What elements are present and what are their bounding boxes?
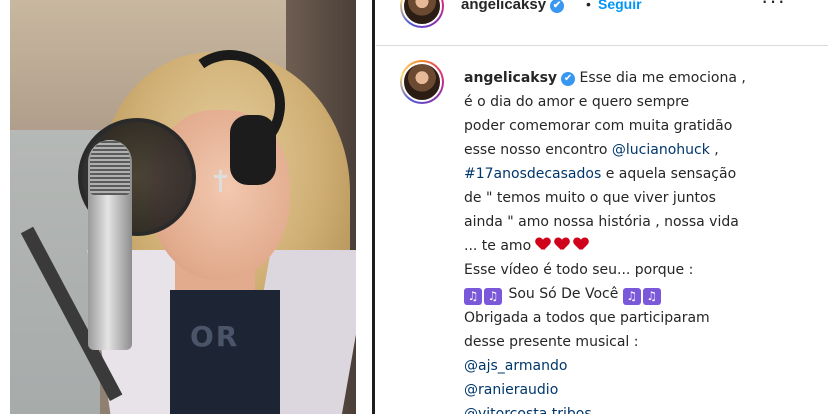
post-details-panel: angelicaksy ✔ • Seguir ··· angelicaksy ✔ E…	[376, 0, 828, 414]
heart-emoji-icon	[574, 238, 588, 251]
caption-line-1: angelicaksy ✔ Esse dia me emociona ,	[464, 66, 809, 90]
microphone-grill	[90, 140, 130, 195]
caption-line-4: esse nosso encontro @lucianohuck ,	[464, 138, 809, 162]
hashtag-link[interactable]: #17anosdecasados	[464, 166, 601, 182]
caption-line-2: é o dia do amor e quero sempre	[464, 94, 690, 110]
caption-line-10: ♫ ♫ Sou Só De Você ♫ ♫	[464, 282, 809, 306]
caption-line-6: de " temos muito o que viver juntos	[464, 190, 716, 206]
music-note-emoji-icon: ♫	[484, 288, 502, 305]
caption-line-3: poder comemorar com muita gratidão	[464, 118, 733, 134]
panel-divider	[372, 0, 375, 414]
caption-line-11: Obrigada a todos que participaram	[464, 310, 710, 326]
verified-badge-icon: ✔	[550, 0, 565, 13]
verified-badge-icon: ✔	[561, 72, 576, 86]
caption-text: Sou Só De Você	[508, 286, 619, 302]
follow-button[interactable]: Seguir	[598, 0, 642, 12]
avatar-image	[402, 62, 442, 102]
caption-line-7: ainda " amo nossa história , nossa vida	[464, 214, 739, 230]
mention-link[interactable]: @lucianohuck	[612, 142, 710, 158]
caption-text: esse nosso encontro	[464, 142, 608, 158]
music-note-emoji-icon: ♫	[464, 288, 482, 305]
caption-line-12: desse presente musical :	[464, 334, 639, 350]
post-header: angelicaksy ✔ • Seguir ···	[376, 0, 828, 46]
caption-avatar[interactable]	[400, 60, 444, 104]
header-separator: •	[586, 0, 591, 12]
post-caption: angelicaksy ✔ Esse dia me emociona , é o …	[464, 66, 809, 414]
music-note-emoji-icon: ♫	[642, 288, 661, 305]
caption-text: ,	[714, 142, 719, 158]
headphones-cup	[230, 115, 276, 185]
header-username-text[interactable]: angelicaksy	[461, 0, 546, 13]
caption-line-8: ... te amo	[464, 234, 809, 258]
post-media[interactable]: OR	[0, 0, 366, 414]
mention-link[interactable]: @ranieraudio	[464, 378, 809, 402]
heart-emoji-icon	[555, 238, 569, 251]
more-options-icon[interactable]: ···	[761, 0, 786, 14]
caption-text: Esse dia me emociona ,	[579, 70, 746, 86]
caption-text: e aquela sensação	[605, 166, 737, 182]
caption-username[interactable]: angelicaksy	[464, 70, 557, 86]
heart-emoji-icon	[536, 238, 550, 251]
mention-link[interactable]: @vitorcosta.tribos	[464, 402, 809, 414]
cross-earring	[214, 170, 227, 192]
music-note-emoji-icon: ♫	[622, 288, 641, 305]
shirt-print: OR	[190, 320, 240, 353]
header-avatar[interactable]	[400, 0, 444, 28]
caption-text: ... te amo	[464, 238, 532, 254]
caption-line-9: Esse vídeo é todo seu... porque :	[464, 262, 694, 278]
caption-line-5: #17anosdecasados e aquela sensação	[464, 162, 809, 186]
video-frame[interactable]: OR	[10, 0, 356, 414]
avatar-image	[402, 0, 442, 26]
mention-link[interactable]: @ajs_armando	[464, 354, 809, 378]
header-username[interactable]: angelicaksy ✔	[461, 0, 565, 13]
